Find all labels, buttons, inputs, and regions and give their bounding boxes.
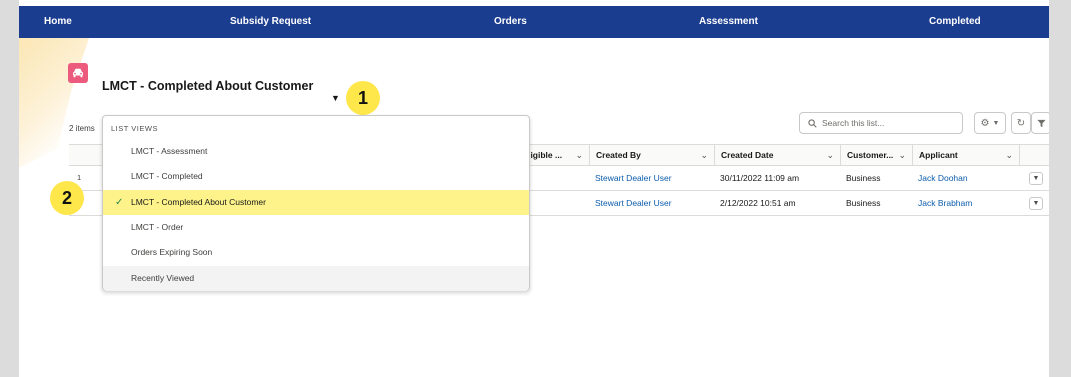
nav-item-orders[interactable]: Orders bbox=[494, 6, 527, 38]
filter-icon bbox=[1036, 119, 1046, 127]
applicant-link[interactable]: Jack Brabham bbox=[912, 191, 972, 216]
list-view-title: LMCT - Completed About Customer bbox=[102, 79, 314, 93]
chevron-down-icon: ⌄ bbox=[700, 150, 708, 160]
column-header-customer[interactable]: Customer... ⌄ bbox=[840, 145, 912, 167]
check-icon: ✓ bbox=[115, 197, 124, 208]
dropdown-header: LIST VIEWS bbox=[111, 124, 158, 133]
created-date: 30/11/2022 11:09 am bbox=[720, 173, 800, 183]
column-header-created-date[interactable]: Created Date ⌄ bbox=[714, 145, 840, 167]
nav-item-subsidy-request[interactable]: Subsidy Request bbox=[230, 6, 311, 38]
top-nav-bar: Home Subsidy Request Orders Assessment C… bbox=[19, 6, 1049, 38]
created-date: 2/12/2022 10:51 am bbox=[720, 198, 796, 208]
search-input[interactable] bbox=[822, 118, 952, 128]
nav-item-home[interactable]: Home bbox=[44, 6, 72, 38]
column-header-label: Applicant bbox=[919, 150, 958, 160]
filter-button[interactable] bbox=[1031, 112, 1049, 134]
chevron-down-icon: ⌄ bbox=[898, 150, 906, 160]
chevron-down-icon: ⌄ bbox=[575, 150, 583, 160]
created-by-link[interactable]: Stewart Dealer User bbox=[589, 191, 672, 216]
chevron-down-icon: ⌄ bbox=[826, 150, 834, 160]
applicant-link[interactable]: Jack Doohan bbox=[912, 166, 968, 191]
list-view-option[interactable]: LMCT - Completed bbox=[103, 164, 529, 189]
column-header-actions bbox=[1019, 145, 1049, 167]
column-header-label: Created By bbox=[596, 150, 641, 160]
search-box[interactable] bbox=[799, 112, 963, 134]
column-header-label: Customer... bbox=[847, 150, 894, 160]
gear-icon: ⚙ bbox=[980, 117, 990, 129]
list-view-option-selected[interactable]: ✓ LMCT - Completed About Customer bbox=[103, 190, 529, 215]
nav-item-assessment[interactable]: Assessment bbox=[699, 6, 758, 38]
customer-type: Business bbox=[846, 173, 881, 183]
chevron-down-icon: ⌄ bbox=[1005, 150, 1013, 160]
app-frame: Home Subsidy Request Orders Assessment C… bbox=[19, 0, 1049, 377]
items-count: 2 items bbox=[69, 124, 95, 133]
refresh-button[interactable]: ↻ bbox=[1011, 112, 1031, 134]
list-view-option[interactable]: LMCT - Order bbox=[103, 215, 529, 240]
caret-down-icon[interactable]: ▼ bbox=[331, 93, 340, 103]
list-view-option[interactable]: LMCT - Assessment bbox=[103, 139, 529, 164]
chevron-down-icon: ▼ bbox=[992, 119, 1000, 127]
column-header-applicant[interactable]: Applicant ⌄ bbox=[912, 145, 1019, 167]
column-header-created-by[interactable]: Created By ⌄ bbox=[589, 145, 714, 167]
created-by-link[interactable]: Stewart Dealer User bbox=[589, 166, 672, 191]
row-action-button[interactable]: ▼ bbox=[1029, 172, 1043, 185]
list-views-dropdown: LIST VIEWS LMCT - Assessment LMCT - Comp… bbox=[102, 115, 530, 291]
refresh-icon: ↻ bbox=[1016, 117, 1026, 129]
list-view-option-label: LMCT - Completed About Customer bbox=[131, 197, 266, 207]
settings-button[interactable]: ⚙ ▼ bbox=[974, 112, 1006, 134]
row-action-button[interactable]: ▼ bbox=[1029, 197, 1043, 210]
callout-badge-2: 2 bbox=[50, 181, 84, 215]
customer-type: Business bbox=[846, 198, 881, 208]
callout-badge-1: 1 bbox=[346, 81, 380, 115]
nav-item-completed[interactable]: Completed bbox=[929, 6, 981, 38]
list-view-option[interactable]: Orders Expiring Soon bbox=[103, 240, 529, 265]
car-icon bbox=[68, 63, 88, 83]
column-header-label: Created Date bbox=[721, 150, 774, 160]
list-view-option[interactable]: Recently Viewed bbox=[103, 266, 529, 291]
search-icon bbox=[808, 118, 817, 128]
